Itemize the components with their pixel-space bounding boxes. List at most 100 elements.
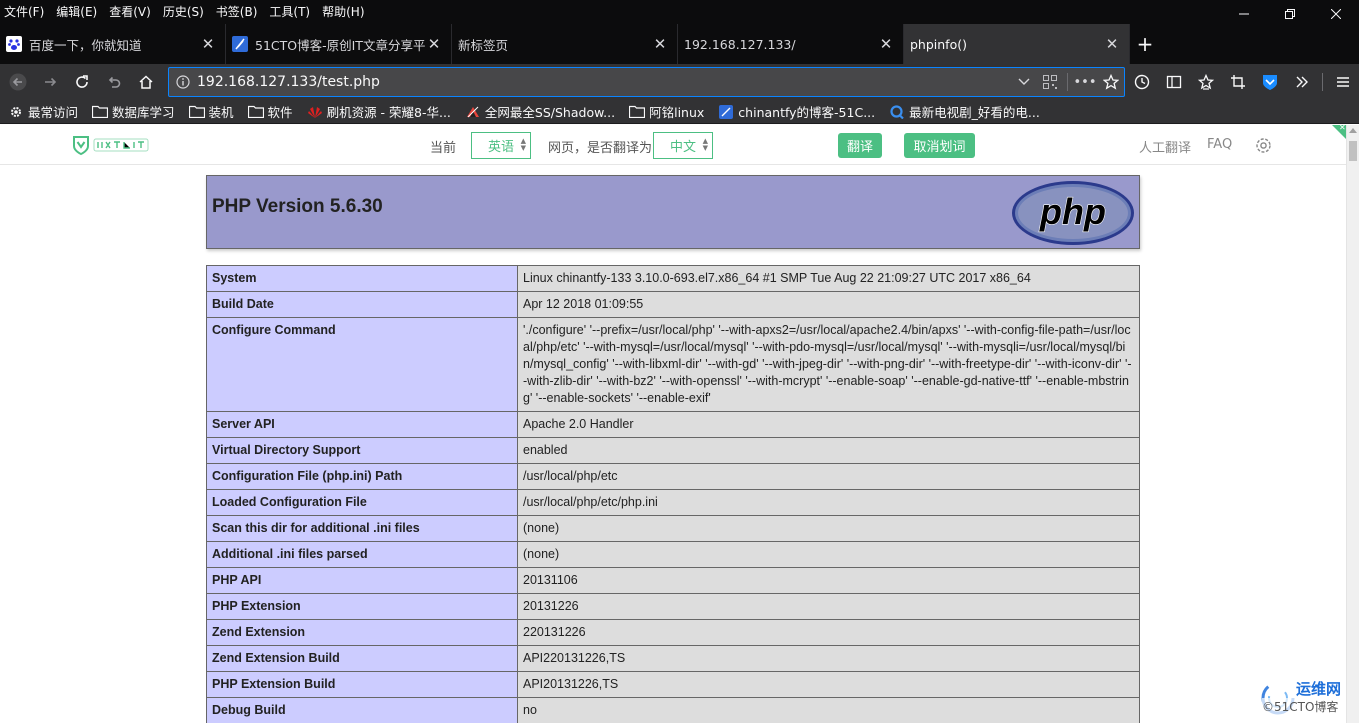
bookmark-tv[interactable]: 最新电视剧_好看的电... bbox=[889, 102, 1040, 121]
menu-tools[interactable]: 工具(T) bbox=[263, 0, 316, 24]
extension-button[interactable] bbox=[1254, 66, 1286, 98]
row-value: Linux chinantfy-133 3.10.0-693.el7.x86_6… bbox=[517, 265, 1140, 292]
row-value: 20131226 bbox=[517, 593, 1140, 620]
row-key: Zend Extension Build bbox=[206, 645, 518, 672]
page-content: PHP Version 5.6.30 php System Linux china… bbox=[0, 165, 1346, 723]
target-language-select[interactable]: 中文 ▲ ▼ bbox=[653, 132, 713, 159]
sidebar-button[interactable] bbox=[1158, 66, 1190, 98]
q-icon bbox=[889, 104, 905, 119]
translate-question-label: 网页，是否翻译为 bbox=[548, 141, 653, 156]
close-tab-icon[interactable]: ✕ bbox=[425, 35, 443, 53]
php-version-header: PHP Version 5.6.30 php bbox=[206, 175, 1140, 249]
table-row: PHP Extension 20131226 bbox=[206, 593, 1140, 620]
qr-code-icon[interactable] bbox=[1037, 75, 1063, 89]
tab-title: 新标签页 bbox=[458, 37, 509, 53]
cancel-word-translate-button[interactable]: 取消划词 bbox=[904, 133, 975, 158]
bookmark-folder-software[interactable]: 软件 bbox=[247, 102, 293, 121]
tab-baidu[interactable]: 百度一下，你就知道 ✕ bbox=[0, 24, 226, 64]
reload-icon bbox=[76, 75, 88, 88]
row-value: API20131226,TS bbox=[517, 671, 1140, 698]
close-tab-icon[interactable]: ✕ bbox=[877, 35, 895, 53]
table-row: Build Date Apr 12 2018 01:09:55 bbox=[206, 291, 1140, 318]
menu-edit[interactable]: 编辑(E) bbox=[50, 0, 103, 24]
bookmark-ss[interactable]: 全网最全SS/Shadow... bbox=[465, 102, 615, 121]
row-key: Scan this dir for additional .ini files bbox=[206, 515, 518, 542]
folder-icon bbox=[92, 105, 109, 119]
row-value: /usr/local/php/etc bbox=[517, 463, 1140, 490]
more-actions-icon[interactable]: ••• bbox=[1072, 75, 1098, 90]
close-tab-icon[interactable]: ✕ bbox=[199, 35, 217, 53]
row-key: PHP API bbox=[206, 567, 518, 594]
table-row: Zend Extension Build API220131226,TS bbox=[206, 645, 1140, 672]
feather-icon bbox=[232, 36, 248, 52]
site-info-icon[interactable] bbox=[169, 75, 197, 89]
page-scrollbar[interactable] bbox=[1346, 125, 1359, 723]
bookmark-star-icon[interactable] bbox=[1098, 74, 1124, 90]
row-value: 20131106 bbox=[517, 567, 1140, 594]
new-tab-button[interactable]: + bbox=[1130, 24, 1160, 64]
home-button[interactable] bbox=[130, 66, 162, 98]
bookmark-label: 装机 bbox=[208, 105, 234, 120]
url-input[interactable] bbox=[197, 74, 1011, 90]
back-button[interactable] bbox=[2, 66, 34, 98]
page-title: PHP Version 5.6.30 bbox=[212, 196, 383, 217]
tab-title: 192.168.127.133/ bbox=[684, 36, 796, 52]
menu-history[interactable]: 历史(S) bbox=[157, 0, 210, 24]
colorful-icon bbox=[465, 105, 481, 119]
translate-button[interactable]: 翻译 bbox=[838, 133, 882, 158]
url-bar[interactable]: ••• bbox=[168, 67, 1125, 97]
row-value: no bbox=[517, 697, 1140, 723]
translation-toolbar: 当前 英语 ▲ ▼ 网页，是否翻译为 中文 ▲ ▼ 翻译 取消划词 人工翻译 FAQ bbox=[0, 125, 1346, 165]
forward-button[interactable] bbox=[34, 66, 66, 98]
bookmark-chinantfy-blog[interactable]: chinantfy的博客-51C... bbox=[718, 102, 875, 121]
divider bbox=[1067, 73, 1068, 91]
feather-icon bbox=[718, 104, 734, 119]
tab-51cto[interactable]: 51CTO博客-原创IT文章分享平 ✕ bbox=[226, 24, 452, 64]
crop-icon bbox=[1231, 75, 1245, 89]
bookmark-folder-install[interactable]: 装机 bbox=[188, 102, 234, 121]
bookmark-label: 软件 bbox=[267, 105, 293, 120]
bookmarks-menu-button[interactable] bbox=[1190, 66, 1222, 98]
target-language-value: 中文 bbox=[669, 140, 696, 155]
tab-newtab[interactable]: 新标签页 ✕ bbox=[452, 24, 678, 64]
tab-ip[interactable]: 192.168.127.133/ ✕ bbox=[678, 24, 904, 64]
forward-arrow-icon bbox=[45, 77, 57, 87]
menu-bar: 文件(F) 编辑(E) 查看(V) 历史(S) 书签(B) 工具(T) 帮助(H… bbox=[0, 0, 1359, 24]
bookmark-label: chinantfy的博客-51C... bbox=[738, 105, 876, 120]
tab-phpinfo[interactable]: phpinfo() ✕ bbox=[904, 24, 1130, 64]
human-translation-link[interactable]: 人工翻译 bbox=[1139, 137, 1191, 156]
row-key: Loaded Configuration File bbox=[206, 489, 518, 516]
hamburger-menu-icon bbox=[1337, 77, 1349, 87]
scrollbar-thumb[interactable] bbox=[1349, 141, 1357, 161]
faq-link[interactable]: FAQ bbox=[1207, 137, 1232, 152]
close-icon[interactable]: ✕ bbox=[1339, 123, 1346, 132]
close-tab-icon[interactable]: ✕ bbox=[1103, 35, 1121, 53]
source-language-select[interactable]: 英语 ▲ ▼ bbox=[471, 132, 531, 159]
menu-view[interactable]: 查看(V) bbox=[103, 0, 157, 24]
screenshot-button[interactable] bbox=[1222, 66, 1254, 98]
menu-help[interactable]: 帮助(H) bbox=[316, 0, 370, 24]
settings-gear-icon[interactable] bbox=[1254, 136, 1273, 158]
close-tab-icon[interactable]: ✕ bbox=[651, 35, 669, 53]
menu-file[interactable]: 文件(F) bbox=[0, 0, 50, 24]
bookmark-most-visited[interactable]: 最常访问 bbox=[8, 102, 78, 121]
bookmark-folder-database[interactable]: 数据库学习 bbox=[92, 102, 175, 121]
undo-close-tab-button[interactable] bbox=[98, 66, 130, 98]
tab-title: 51CTO博客-原创IT文章分享平 bbox=[255, 37, 425, 53]
php-logo-text: php bbox=[1039, 191, 1106, 232]
row-key: Build Date bbox=[206, 291, 518, 318]
reload-button[interactable] bbox=[66, 66, 98, 98]
bookmark-label: 最常访问 bbox=[28, 105, 79, 120]
scroll-up-icon[interactable] bbox=[1349, 128, 1357, 133]
row-value: enabled bbox=[517, 437, 1140, 464]
bookmark-huawei[interactable]: 刷机资源 - 荣耀8-华... bbox=[307, 102, 451, 121]
bookmark-folder-aming[interactable]: 阿铭linux bbox=[629, 102, 704, 121]
menu-bookmarks[interactable]: 书签(B) bbox=[210, 0, 264, 24]
chevron-down-icon[interactable] bbox=[1011, 78, 1037, 86]
history-button[interactable] bbox=[1126, 66, 1158, 98]
overflow-button[interactable] bbox=[1286, 66, 1318, 98]
main-menu-button[interactable] bbox=[1327, 66, 1359, 98]
divider bbox=[1322, 73, 1323, 91]
php-logo[interactable]: php bbox=[1011, 180, 1135, 246]
bookmarks-bar: 最常访问 数据库学习 装机 软件 刷机资源 - 荣耀8-华... 全网最全SS/… bbox=[0, 100, 1359, 124]
